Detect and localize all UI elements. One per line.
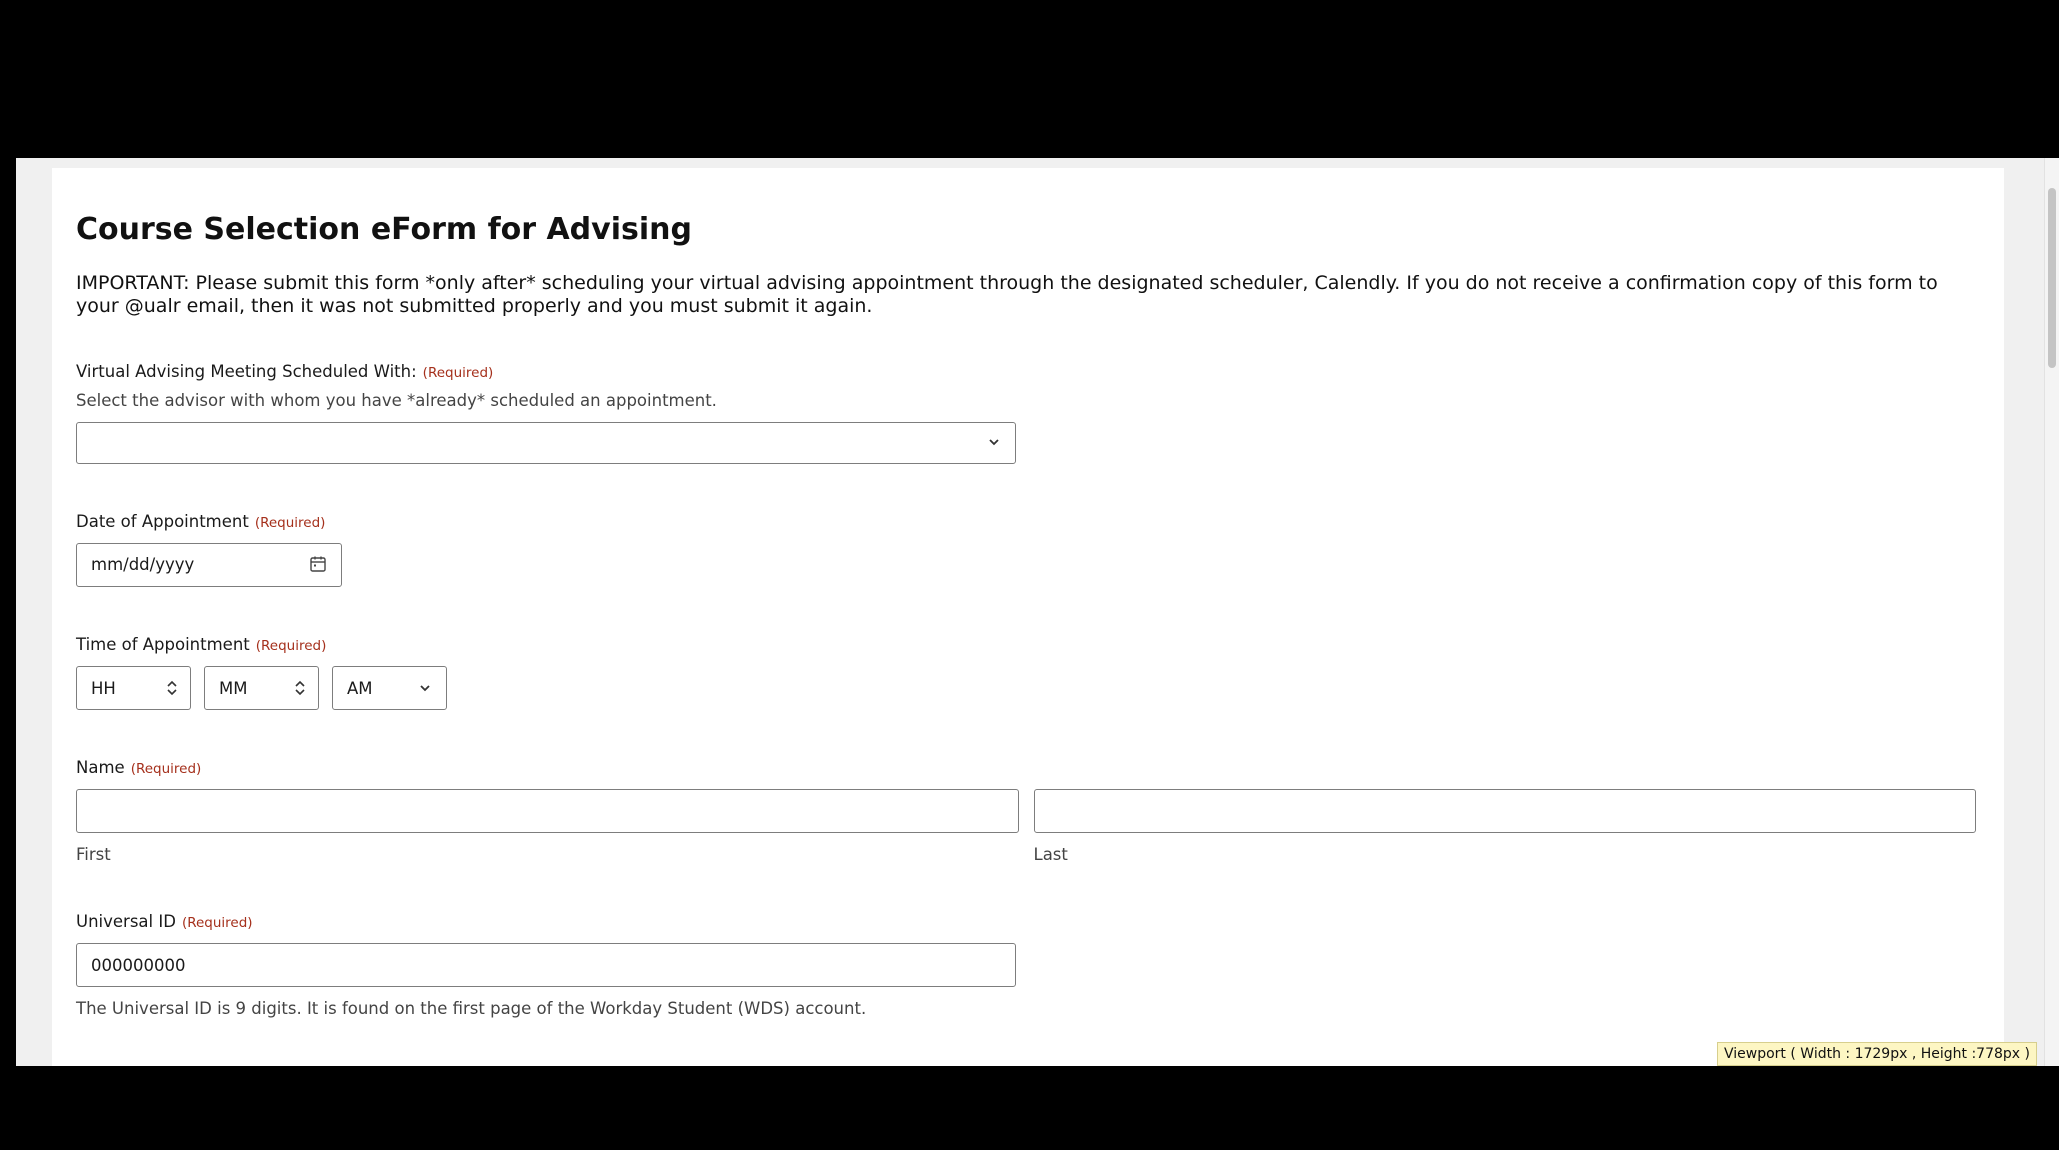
hour-input[interactable]: HH (76, 666, 191, 710)
first-name-group: First (76, 789, 1019, 864)
form-card: Course Selection eForm for Advising IMPO… (52, 168, 2004, 1066)
advisor-label: Virtual Advising Meeting Scheduled With:… (76, 362, 1976, 381)
date-input[interactable]: mm/dd/yyyy (76, 543, 342, 587)
last-name-sublabel: Last (1033, 845, 1068, 864)
bottom-black-bar (0, 1066, 2059, 1150)
spinner-arrows-icon[interactable] (294, 678, 306, 698)
universal-id-input[interactable] (76, 943, 1016, 987)
time-inputs: HH MM AM (76, 666, 1976, 710)
name-label: Name (Required) (76, 758, 1976, 777)
scrollbar-thumb[interactable] (2048, 188, 2056, 368)
scrollbar[interactable] (2044, 158, 2059, 1066)
first-name-input[interactable] (76, 789, 1019, 833)
name-label-text: Name (76, 758, 125, 777)
advisor-description: Select the advisor with whom you have *a… (76, 391, 717, 410)
advisor-label-text: Virtual Advising Meeting Scheduled With: (76, 362, 417, 381)
advisor-select[interactable] (76, 422, 1016, 464)
ampm-select[interactable]: AM (332, 666, 447, 710)
minute-placeholder: MM (219, 679, 248, 698)
top-black-bar (0, 0, 2059, 158)
date-field: Date of Appointment (Required) mm/dd/yyyy (76, 512, 1976, 587)
minute-input[interactable]: MM (204, 666, 319, 710)
date-placeholder: mm/dd/yyyy (91, 555, 195, 574)
form-content: Course Selection eForm for Advising IMPO… (76, 212, 1976, 1018)
page-title: Course Selection eForm for Advising (76, 212, 692, 247)
required-tag: (Required) (422, 365, 494, 381)
chevron-down-icon (989, 439, 999, 446)
ampm-selected-value: AM (347, 679, 373, 698)
hour-placeholder: HH (91, 679, 116, 698)
first-name-sublabel: First (76, 845, 111, 864)
date-label-text: Date of Appointment (76, 512, 249, 531)
required-tag: (Required) (130, 761, 202, 777)
viewport-size-tooltip: Viewport ( Width : 1729px , Height :778p… (1717, 1042, 2037, 1066)
universal-id-label-text: Universal ID (76, 912, 176, 931)
universal-id-description: The Universal ID is 9 digits. It is foun… (76, 999, 867, 1018)
time-label-text: Time of Appointment (76, 635, 250, 654)
time-label: Time of Appointment (Required) (76, 635, 1976, 654)
universal-id-label: Universal ID (Required) (76, 912, 1976, 931)
required-tag: (Required) (255, 638, 327, 654)
last-name-input[interactable] (1033, 789, 1976, 833)
important-notice: IMPORTANT: Please submit this form *only… (76, 272, 1938, 317)
time-field: Time of Appointment (Required) HH MM AM (76, 635, 1976, 710)
universal-id-field: Universal ID (Required) The Universal ID … (76, 912, 1976, 1018)
required-tag: (Required) (181, 915, 253, 931)
required-tag: (Required) (254, 515, 326, 531)
name-field: Name (Required) First Last (76, 758, 1976, 864)
date-label: Date of Appointment (Required) (76, 512, 1976, 531)
spinner-arrows-icon[interactable] (166, 678, 178, 698)
advisor-field: Virtual Advising Meeting Scheduled With:… (76, 362, 1976, 464)
name-inputs: First Last (76, 789, 1976, 864)
calendar-icon[interactable] (309, 555, 327, 573)
chevron-down-icon (420, 685, 430, 692)
browser-viewport: Course Selection eForm for Advising IMPO… (16, 158, 2059, 1066)
last-name-group: Last (1033, 789, 1976, 864)
